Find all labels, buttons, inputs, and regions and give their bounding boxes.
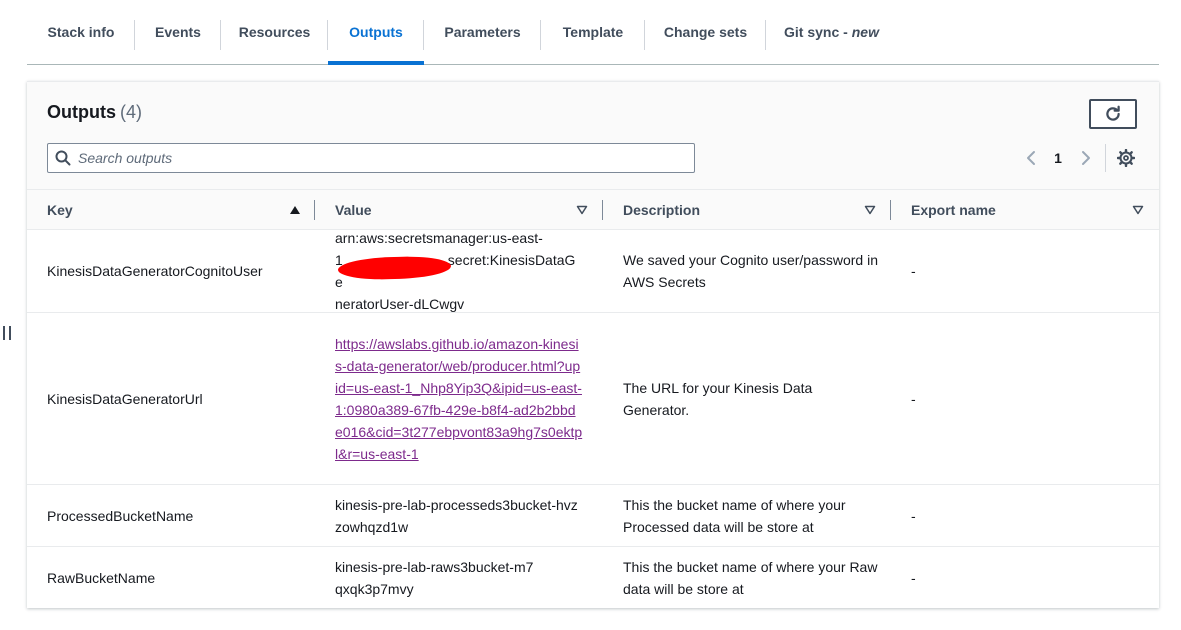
tab-label: Outputs <box>349 24 403 40</box>
output-description: We saved your Cognito user/password in A… <box>623 252 878 290</box>
output-key: KinesisDataGeneratorUrl <box>47 390 203 407</box>
output-description: This the bucket name of where your Raw d… <box>623 559 878 597</box>
next-page-button[interactable] <box>1075 146 1097 170</box>
tab-label: Stack info <box>47 24 115 40</box>
output-export-name: - <box>911 263 916 279</box>
tab-label: Parameters <box>444 24 521 40</box>
tab-label: Resources <box>238 24 311 40</box>
value-text: kinesis-pre-lab-processeds3bucket-hvzzow… <box>335 496 578 535</box>
table-row: KinesisDataGeneratorCognitoUser arn:aws:… <box>27 230 1159 313</box>
output-key: KinesisDataGeneratorCognitoUser <box>47 263 263 279</box>
refresh-button[interactable] <box>1089 99 1137 129</box>
value-line: neratorUser-dLCwgv <box>335 296 465 312</box>
chevron-left-icon <box>1027 151 1035 165</box>
tab-label: Change sets <box>663 24 748 40</box>
value-line: arn:aws:secretsmanager:us-east- <box>335 230 543 246</box>
column-header-value[interactable]: Value <box>315 190 603 230</box>
new-badge: new <box>851 24 879 40</box>
column-label: Value <box>335 202 372 218</box>
tab-stack-info[interactable]: Stack info <box>27 0 135 64</box>
generator-url-link[interactable]: https://awslabs.github.io/amazon-kinesis… <box>335 333 583 465</box>
preferences-button[interactable] <box>1114 146 1138 170</box>
search-icon <box>48 150 78 166</box>
output-description: The URL for your Kinesis Data Generator. <box>623 379 813 418</box>
page-number[interactable]: 1 <box>1051 146 1065 170</box>
table-row: KinesisDataGeneratorUrl https://awslabs.… <box>27 313 1159 485</box>
output-count: (4) <box>120 102 142 122</box>
outputs-panel: Outputs(4) 1 <box>27 81 1159 608</box>
output-key: RawBucketName <box>47 570 156 586</box>
sort-caret-icon <box>864 205 876 215</box>
column-label: Description <box>623 202 701 218</box>
gear-icon <box>1117 149 1135 167</box>
output-export-name: - <box>911 570 916 586</box>
column-header-export-name[interactable]: Export name <box>891 190 1159 230</box>
tab-git-sync[interactable]: Git sync - new <box>766 0 897 64</box>
title-text: Outputs <box>47 102 116 122</box>
tab-label: Git sync <box>784 24 840 40</box>
column-header-key[interactable]: Key <box>27 190 315 230</box>
chevron-right-icon <box>1082 151 1090 165</box>
table-header: Key Value Description Export name <box>27 190 1159 230</box>
sort-caret-icon <box>576 205 588 215</box>
output-export-name: - <box>911 390 916 407</box>
handle-bar <box>3 326 5 340</box>
tab-template[interactable]: Template <box>541 0 645 64</box>
tab-parameters[interactable]: Parameters <box>424 0 541 64</box>
handle-bar <box>9 326 11 340</box>
panel-resize-handle[interactable] <box>3 326 11 340</box>
tab-events[interactable]: Events <box>135 0 221 64</box>
tab-change-sets[interactable]: Change sets <box>645 0 766 64</box>
tab-resources[interactable]: Resources <box>221 0 328 64</box>
column-label: Key <box>47 202 73 218</box>
output-value: kinesis-pre-lab-processeds3bucket-hvzzow… <box>335 485 580 546</box>
table-row: RawBucketName kinesis-pre-lab-raws3bucke… <box>27 547 1159 609</box>
column-label: Export name <box>911 202 996 218</box>
column-header-description[interactable]: Description <box>603 190 891 230</box>
output-export-name: - <box>911 507 916 524</box>
output-value: https://awslabs.github.io/amazon-kinesis… <box>335 313 583 484</box>
table-row: ProcessedBucketName kinesis-pre-lab-proc… <box>27 485 1159 547</box>
refresh-icon <box>1106 105 1120 121</box>
tab-label: Events <box>155 24 201 40</box>
prev-page-button[interactable] <box>1020 146 1042 170</box>
panel-header: Outputs(4) 1 <box>27 82 1159 190</box>
tab-label: Template <box>562 24 624 40</box>
output-description: This the bucket name of where your Proce… <box>623 496 846 535</box>
sort-caret-icon <box>1132 205 1144 215</box>
output-key: ProcessedBucketName <box>47 507 194 524</box>
pagination-divider <box>1105 144 1106 172</box>
tab-separator: - <box>839 24 852 40</box>
value-text: kinesis-pre-lab-raws3bucket-m7qxqk3p7mvy <box>335 559 534 597</box>
output-value: kinesis-pre-lab-raws3bucket-m7qxqk3p7mvy <box>335 547 535 609</box>
tab-bar: Stack info Events Resources Outputs Para… <box>27 0 1159 65</box>
search-input[interactable] <box>78 150 668 166</box>
sort-ascending-icon <box>290 206 300 214</box>
tab-outputs[interactable]: Outputs <box>328 0 424 65</box>
panel-title: Outputs (4) <box>47 102 142 123</box>
search-box <box>47 143 695 173</box>
